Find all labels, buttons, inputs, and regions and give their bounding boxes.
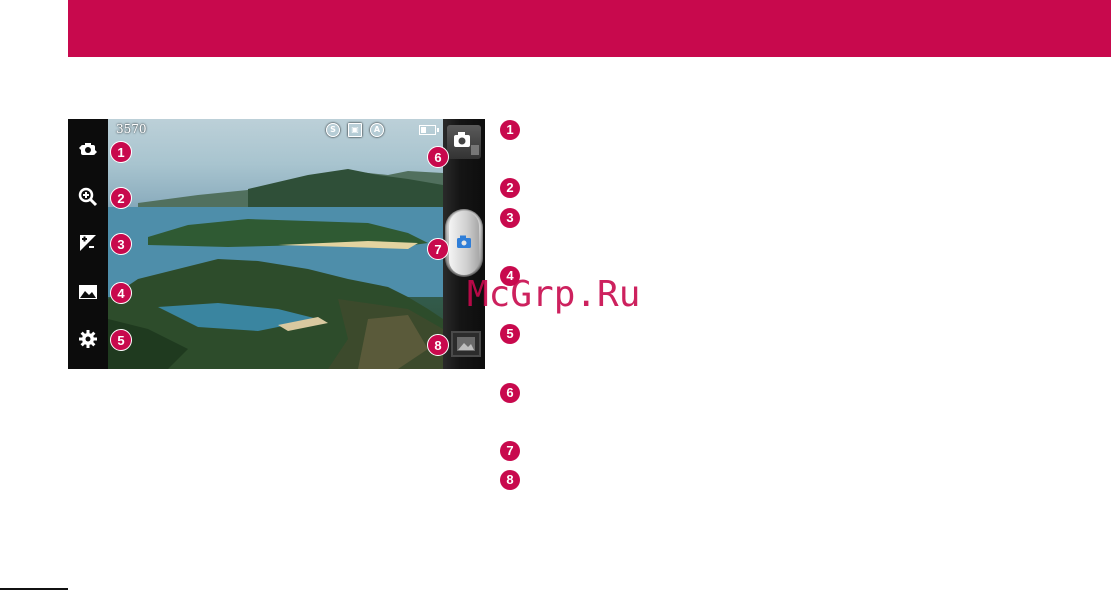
timer-icon: S xyxy=(326,123,340,137)
brightness-icon[interactable] xyxy=(78,233,98,253)
shutter-button[interactable] xyxy=(449,211,479,275)
landscape-photo xyxy=(108,169,443,369)
camera-mode-switch[interactable] xyxy=(447,125,481,159)
auto-flash-icon: A xyxy=(370,123,384,137)
battery-icon xyxy=(419,125,439,135)
gallery-button[interactable] xyxy=(451,331,481,357)
settings-icon[interactable] xyxy=(78,329,98,349)
callout-badge: 6 xyxy=(427,146,449,168)
legend-marker: 7 xyxy=(500,441,520,461)
header-bar xyxy=(68,0,1111,57)
zoom-icon[interactable] xyxy=(78,187,98,207)
shutter-camera-icon xyxy=(457,235,471,248)
legend-marker: 5 xyxy=(500,324,520,344)
legend-marker: 8 xyxy=(500,470,520,490)
legend-marker: 1 xyxy=(500,120,520,140)
callout-badge: 8 xyxy=(427,334,449,356)
footer-rule xyxy=(0,588,68,590)
camera-mode-icon xyxy=(454,132,479,155)
camera-left-toolbar xyxy=(68,119,108,369)
watermark: McGrp.Ru xyxy=(467,274,641,315)
swap-camera-icon[interactable] xyxy=(78,139,98,159)
legend-marker: 6 xyxy=(500,383,520,403)
callout-badge: 4 xyxy=(110,282,132,304)
image-size-icon: ▣ xyxy=(348,123,362,137)
scene-mode-icon[interactable] xyxy=(78,282,98,302)
callout-badge: 1 xyxy=(110,141,132,163)
callout-badge: 2 xyxy=(110,187,132,209)
legend-marker: 2 xyxy=(500,178,520,198)
camera-screenshot: 3570 S ▣ A 1 2 3 4 5 6 7 8 xyxy=(68,119,485,369)
callout-badge: 3 xyxy=(110,233,132,255)
camera-viewfinder[interactable]: 3570 S ▣ A xyxy=(108,119,443,369)
callout-badge: 7 xyxy=(427,238,449,260)
gallery-icon xyxy=(457,337,475,351)
callout-badge: 5 xyxy=(110,329,132,351)
legend-marker: 3 xyxy=(500,208,520,228)
shots-remaining: 3570 xyxy=(116,122,147,136)
camera-right-controls xyxy=(443,119,485,369)
shutter-track xyxy=(445,209,483,277)
